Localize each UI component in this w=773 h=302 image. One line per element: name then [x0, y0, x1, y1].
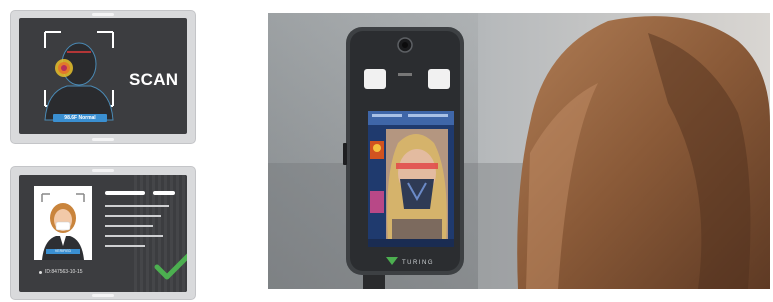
scan-tablet: 98.6F Normal SCAN	[10, 10, 196, 144]
scan-title: SCAN	[129, 70, 179, 89]
scan-bracket-tr	[97, 31, 114, 48]
check-icon	[154, 253, 187, 280]
info-line-3	[105, 205, 169, 207]
photo-caption-bar: VERIFIED	[46, 249, 80, 254]
info-line-1	[105, 191, 145, 195]
sensor-right	[428, 69, 450, 89]
tablet-notch-top	[92, 13, 114, 16]
temperature-status-badge: 98.6F Normal	[53, 114, 107, 122]
sensor-left	[364, 69, 386, 89]
brand-text: TURING	[402, 260, 434, 266]
kiosk-photo: TURING	[268, 13, 770, 289]
info-line-6	[105, 235, 163, 237]
kiosk-scene: TURING	[268, 13, 770, 289]
id-number: ID:847563-10-15	[45, 269, 83, 275]
id-dot-icon	[39, 270, 42, 274]
scan-screen: 98.6F Normal SCAN	[19, 18, 187, 134]
id-number-row: ID:847563-10-15	[39, 268, 83, 276]
info-line-7	[105, 245, 145, 247]
info-line-2	[153, 191, 175, 195]
photo-caption: VERIFIED	[54, 249, 72, 253]
info-line-5	[105, 225, 153, 227]
info-line-4	[105, 215, 161, 217]
id-photo-card: VERIFIED	[34, 186, 92, 260]
id-screen: VERIFIED ID:847563-10-15	[19, 175, 187, 292]
scan-bracket-tl	[44, 31, 61, 48]
temperature-status-label: 98.6F Normal	[64, 115, 96, 121]
tablet-notch-top	[92, 169, 114, 172]
screen-mask	[400, 179, 434, 209]
id-tablet: VERIFIED ID:847563-10-15	[10, 166, 196, 300]
tablet-notch-bottom	[92, 138, 114, 141]
tablet-notch-bottom	[92, 294, 114, 297]
